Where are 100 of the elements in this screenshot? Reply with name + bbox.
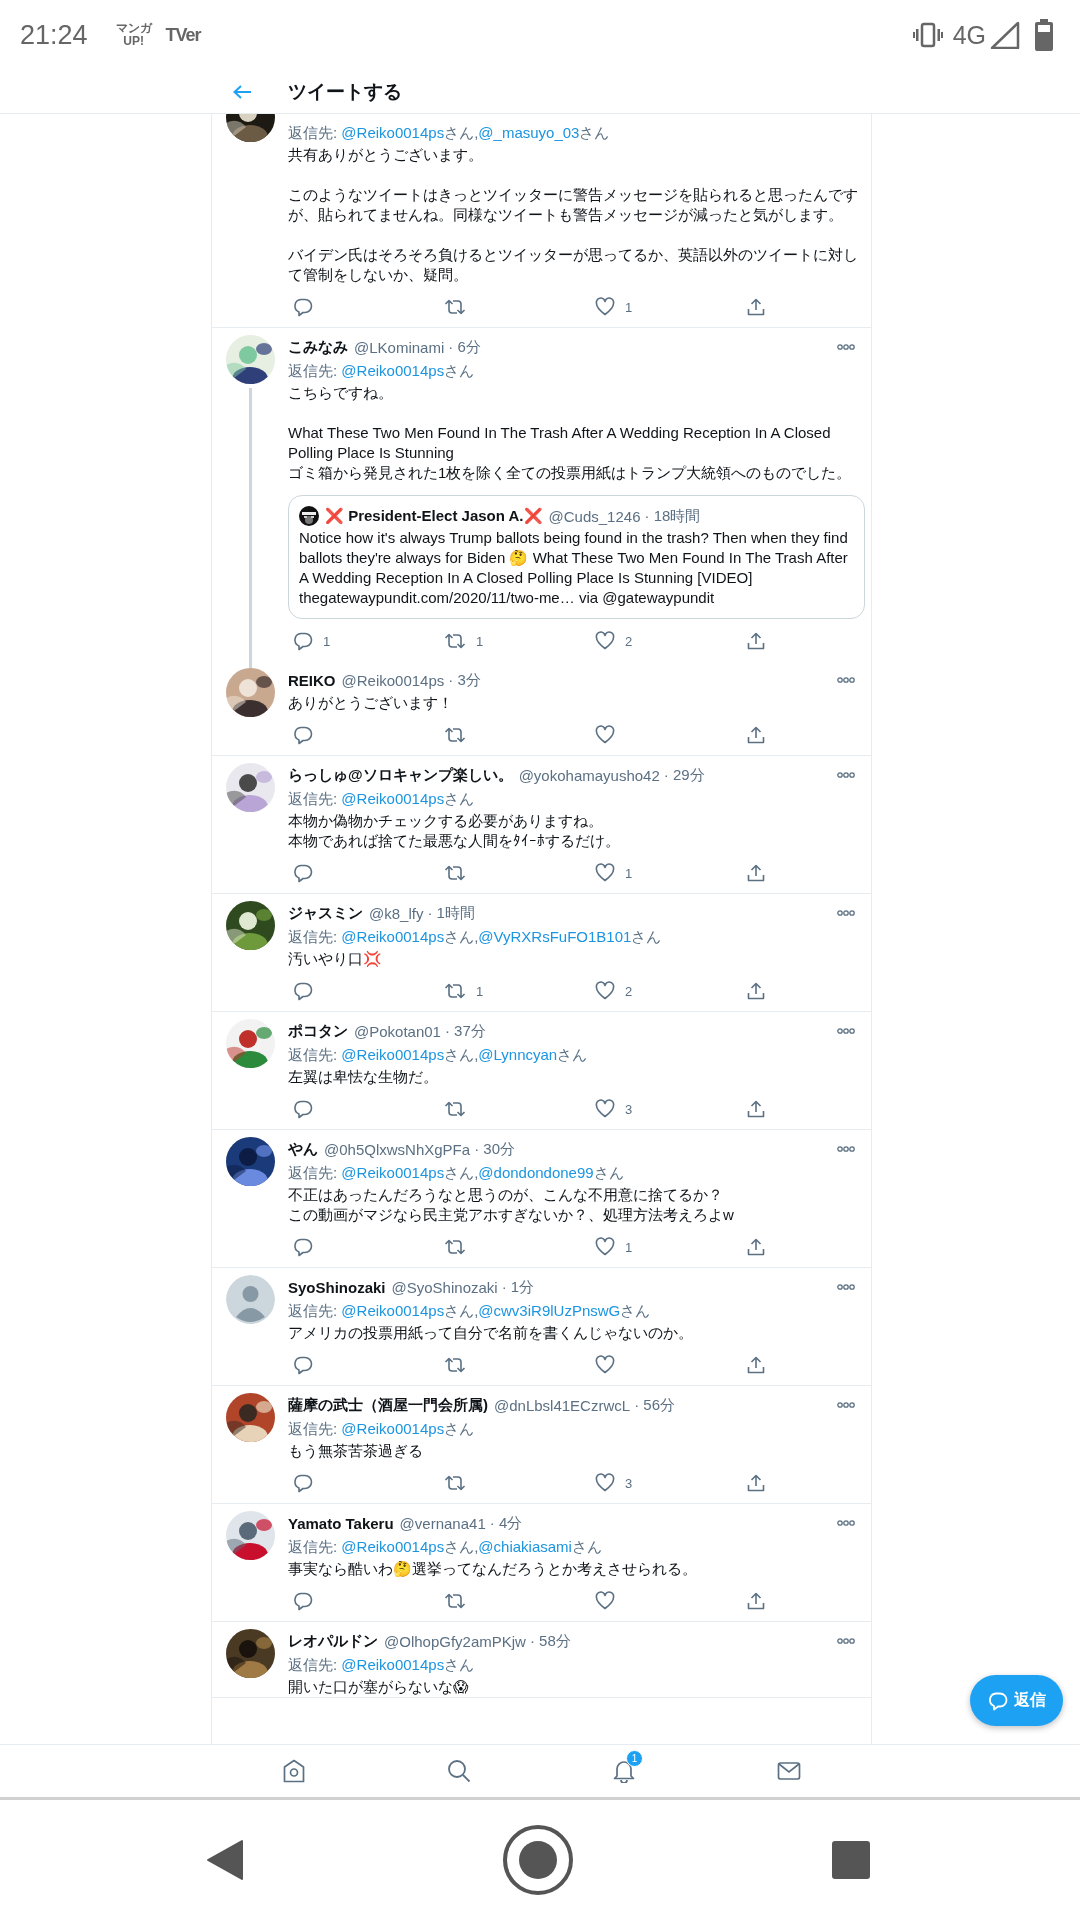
like-button[interactable]: 1 bbox=[590, 1237, 633, 1257]
reply-button[interactable]: 返信 bbox=[970, 1675, 1063, 1726]
like-button[interactable]: 2 bbox=[590, 981, 633, 1001]
reply-line: 返信先: @Reiko0014psさん,@Lynncyanさん bbox=[288, 1045, 589, 1065]
mention-link[interactable]: @_masuyo_03 bbox=[478, 124, 580, 141]
heart-icon bbox=[595, 297, 615, 317]
vibrate-icon bbox=[912, 22, 943, 48]
mention-link[interactable]: @Reiko0014ps bbox=[341, 1420, 445, 1437]
more-icon[interactable] bbox=[837, 677, 855, 683]
tweet-time: · 1分 bbox=[501, 1277, 535, 1297]
retweet-button[interactable]: 1 bbox=[439, 631, 484, 651]
mention-link[interactable]: @Reiko0014ps bbox=[341, 362, 445, 379]
home-button-icon[interactable] bbox=[502, 1824, 574, 1896]
mention-link[interactable]: @VyRXRsFuFO1B101 bbox=[478, 928, 632, 945]
user-handle: @Cuds_1246 bbox=[548, 507, 641, 525]
more-icon[interactable] bbox=[837, 772, 855, 778]
heart-icon bbox=[595, 1591, 615, 1611]
more-icon[interactable] bbox=[837, 1146, 855, 1152]
mention-link[interactable]: @Reiko0014ps bbox=[341, 790, 445, 807]
mention-link[interactable]: @dondondone99 bbox=[478, 1164, 594, 1181]
reply-button[interactable]: 1 bbox=[288, 631, 331, 651]
tweet-time: · 58分 bbox=[529, 1631, 571, 1651]
more-icon[interactable] bbox=[837, 910, 855, 916]
user-name: らっしゅ@ソロキャンプ楽しい。 bbox=[288, 765, 513, 785]
user-handle: @yokohamayusho42 bbox=[518, 766, 660, 784]
like-button[interactable]: 2 bbox=[590, 631, 633, 651]
more-icon[interactable] bbox=[837, 1402, 855, 1408]
tweet-text: 事実なら酷いわ🤔選挙ってなんだろうとか考えさせられる。 bbox=[288, 1559, 698, 1579]
speech-bubble-icon bbox=[293, 297, 313, 317]
user-name: ポコタン bbox=[288, 1021, 348, 1041]
more-icon[interactable] bbox=[837, 1638, 855, 1644]
tweet-time: · 18時間 bbox=[644, 506, 701, 526]
reply-line: 返信先: @Reiko0014psさん bbox=[288, 789, 476, 809]
mention-link[interactable]: @cwv3iR9lUzPnswG bbox=[478, 1302, 621, 1319]
tweet-text: ゴミ箱から発見された1枚を除く全ての投票用紙はトランプ大統領へのものでした。 bbox=[288, 463, 853, 483]
user-name: Yamato Takeru bbox=[288, 1514, 394, 1532]
tweet-text: バイデン氏はそろそろ負けるとツイッターが思ってるか、英語以外のツイートに対して管制をしないか、疑問。 bbox=[288, 245, 859, 285]
speech-bubble-icon bbox=[293, 725, 313, 745]
mention-link[interactable]: @Reiko0014ps bbox=[341, 1656, 445, 1673]
more-icon[interactable] bbox=[837, 1520, 855, 1526]
speech-bubble-icon bbox=[987, 1690, 1008, 1711]
back-arrow-icon[interactable] bbox=[232, 83, 252, 100]
back-icon[interactable] bbox=[206, 1839, 244, 1881]
reply-line: 返信先: @Reiko0014psさん,@VyRXRsFuFO1B101さん bbox=[288, 927, 663, 947]
tweet-text: アメリカの投票用紙って自分で名前を書くんじゃないのか。 bbox=[288, 1323, 694, 1343]
speech-bubble-icon bbox=[293, 1355, 313, 1375]
retweet-button[interactable]: 1 bbox=[439, 981, 484, 1001]
more-icon[interactable] bbox=[837, 1284, 855, 1290]
speech-bubble-icon bbox=[293, 1473, 313, 1493]
search-icon bbox=[446, 1759, 471, 1783]
like-button[interactable]: 1 bbox=[590, 863, 633, 883]
app-notification-icon: TVer bbox=[165, 24, 201, 46]
mention-link[interactable]: @chiakiasami bbox=[478, 1538, 572, 1555]
tweet-text: この動画がマジなら民主党アホすぎないか？、処理方法考えろよw bbox=[288, 1205, 735, 1225]
quoted-tweet-text: Notice how it's always Trump ballots being found in the trash? Then when they find ballots they're always for Biden 🤔 What These Two Men Found In The Trash After A Wedding Reception In A Closed Polling Place Is Stunning [VIDEO] thegatewaypundit.com/2020/11/two-me… via @gatewaypundit bbox=[299, 528, 849, 608]
like-button[interactable]: 1 bbox=[590, 297, 633, 317]
tweet-time: · 56分 bbox=[634, 1395, 675, 1415]
reply-line: 返信先: @Reiko0014psさん,@dondondone99さん bbox=[288, 1163, 625, 1183]
mention-link[interactable]: @Reiko0014ps bbox=[341, 1302, 445, 1319]
network-type: 4G bbox=[952, 20, 986, 50]
user-name: SyoShinozaki bbox=[288, 1278, 386, 1296]
reply-line: 返信先: @Reiko0014psさん bbox=[288, 1655, 476, 1675]
user-handle: @Reiko0014ps bbox=[341, 671, 445, 689]
tweet-time: · 37分 bbox=[444, 1021, 486, 1041]
reply-line: 返信先: @Reiko0014psさん bbox=[288, 361, 476, 381]
quoted-tweet[interactable] bbox=[288, 495, 865, 619]
like-button[interactable]: 3 bbox=[590, 1099, 633, 1119]
more-icon[interactable] bbox=[837, 344, 855, 350]
tweet-text: ありがとうございます！ bbox=[288, 693, 454, 713]
heart-icon bbox=[595, 1237, 615, 1257]
tweet-text: 本物か偽物かチェックする必要がありますね。 bbox=[288, 811, 604, 831]
heart-icon bbox=[595, 1355, 615, 1375]
notifications-tab[interactable]: 1 bbox=[541, 1745, 707, 1797]
share-icon bbox=[746, 1237, 766, 1257]
user-handle: @LKominami bbox=[354, 338, 445, 356]
mention-link[interactable]: @Reiko0014ps bbox=[341, 124, 445, 141]
mention-link[interactable]: @Reiko0014ps bbox=[341, 1164, 445, 1181]
user-handle: @k8_lfy bbox=[369, 904, 424, 922]
more-icon[interactable] bbox=[837, 1028, 855, 1034]
share-icon bbox=[746, 981, 766, 1001]
retweet-icon bbox=[444, 1099, 466, 1119]
tweet-time: · 4分 bbox=[489, 1513, 523, 1533]
user-name: こみなみ bbox=[288, 337, 348, 357]
tweet-text: このようなツイートはきっとツイッターに警告メッセージを貼られると思ったんですが、貼られてませんね。同様なツイートも警告メッセージが減ったと気がします。 bbox=[288, 185, 859, 225]
heart-icon bbox=[595, 631, 615, 651]
tweet-text: もう無茶苦茶過ぎる bbox=[288, 1441, 424, 1461]
like-button[interactable]: 3 bbox=[590, 1473, 633, 1493]
tweet-time: · 30分 bbox=[474, 1139, 515, 1159]
retweet-icon bbox=[444, 631, 466, 651]
tweet-text: 共有ありがとうございます。 bbox=[288, 145, 484, 165]
mention-link[interactable]: @Reiko0014ps bbox=[341, 1538, 445, 1555]
tweet-text: What These Two Men Found In The Trash After A Wedding Reception In A Closed Polling Place Is Stunning bbox=[288, 423, 832, 463]
mention-link[interactable]: @Reiko0014ps bbox=[341, 1046, 445, 1063]
mention-link[interactable]: @Reiko0014ps bbox=[341, 928, 445, 945]
speech-bubble-icon bbox=[293, 1099, 313, 1119]
mail-icon bbox=[777, 1761, 802, 1781]
speech-bubble-icon bbox=[293, 1237, 313, 1257]
user-handle: @vernana41 bbox=[399, 1514, 486, 1532]
heart-icon bbox=[595, 981, 615, 1001]
mention-link[interactable]: @Lynncyan bbox=[478, 1046, 558, 1063]
